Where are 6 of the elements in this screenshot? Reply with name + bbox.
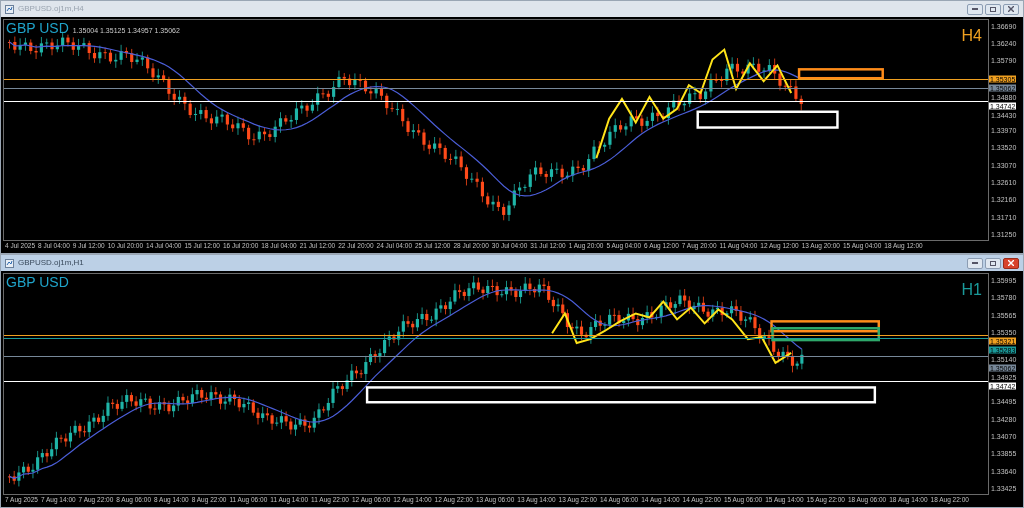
symbol-label: GBP USD bbox=[6, 21, 69, 35]
symbol-label: GBP USD bbox=[6, 275, 69, 289]
timeframe-label: H4 bbox=[961, 28, 982, 44]
window-title: GBPUSD.oj1m,H1 bbox=[18, 257, 84, 269]
timeframe-label: H1 bbox=[961, 282, 982, 298]
window-title: GBPUSD.oj1m,H4 bbox=[18, 3, 84, 15]
